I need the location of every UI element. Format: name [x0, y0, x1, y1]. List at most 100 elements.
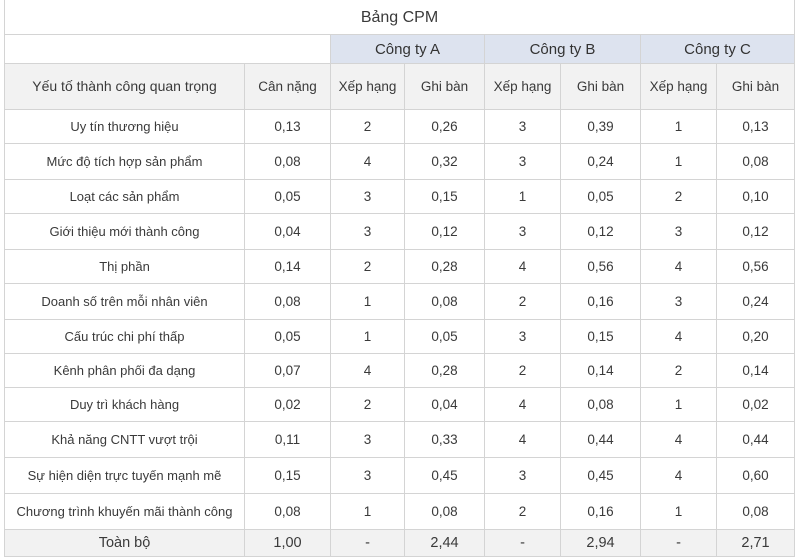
company-c-score-cell: 0,24	[716, 283, 795, 320]
company-b-rank-cell: 1	[484, 179, 561, 214]
factor-cell: Giới thiệu mới thành công	[4, 213, 245, 250]
total-a-score: 2,44	[404, 529, 485, 557]
company-c-rank-cell: 2	[640, 179, 717, 214]
company-b-rank-cell: 4	[484, 421, 561, 458]
weight-cell: 0,11	[244, 421, 331, 458]
factor-cell: Loạt các sản phẩm	[4, 179, 245, 214]
cpm-table: Bảng CPM Công ty A Công ty B Công ty C Y…	[4, 0, 795, 557]
weight-cell: 0,08	[244, 283, 331, 320]
company-a-rank-cell: 4	[330, 353, 405, 388]
weight-cell: 0,08	[244, 143, 331, 180]
company-a-score-cell: 0,15	[404, 179, 485, 214]
company-a-rank-header: Xếp hạng	[330, 63, 405, 110]
company-c-score-cell: 0,02	[716, 387, 795, 422]
company-a-rank-cell: 4	[330, 143, 405, 180]
company-c-rank-cell: 4	[640, 457, 717, 494]
company-b-rank-cell: 3	[484, 143, 561, 180]
factor-cell: Doanh số trên mỗi nhân viên	[4, 283, 245, 320]
factor-cell: Chương trình khuyến mãi thành công	[4, 493, 245, 530]
table-title: Bảng CPM	[4, 0, 795, 35]
company-b-score-cell: 0,24	[560, 143, 641, 180]
company-b-rank-header: Xếp hạng	[484, 63, 561, 110]
table-row: Sự hiện diện trực tuyến mạnh mẽ 0,15 3 0,45…	[4, 457, 795, 494]
company-b-rank-cell: 2	[484, 353, 561, 388]
company-b-score-cell: 0,08	[560, 387, 641, 422]
company-b-score-cell: 0,12	[560, 213, 641, 250]
company-c-rank-cell: 1	[640, 493, 717, 530]
company-a-score-cell: 0,12	[404, 213, 485, 250]
table-row: Thị phần 0,14 2 0,28 4 0,56 4 0,56	[4, 249, 795, 284]
table-row: Giới thiệu mới thành công 0,04 3 0,12 3 0,12 3…	[4, 213, 795, 250]
company-a-score-cell: 0,33	[404, 421, 485, 458]
company-a-rank-cell: 1	[330, 319, 405, 354]
company-a-score-cell: 0,32	[404, 143, 485, 180]
company-c-score-cell: 0,20	[716, 319, 795, 354]
weight-cell: 0,08	[244, 493, 331, 530]
company-b-score-cell: 0,05	[560, 179, 641, 214]
table-row: Duy trì khách hàng 0,02 2 0,04 4 0,08 1 0,02	[4, 387, 795, 422]
company-a-rank-cell: 2	[330, 249, 405, 284]
factor-cell: Mức độ tích hợp sản phẩm	[4, 143, 245, 180]
company-c-header: Công ty C	[640, 34, 795, 64]
company-b-header: Công ty B	[484, 34, 641, 64]
company-b-score-cell: 0,16	[560, 283, 641, 320]
weight-cell: 0,04	[244, 213, 331, 250]
company-b-rank-cell: 3	[484, 457, 561, 494]
weight-cell: 0,14	[244, 249, 331, 284]
company-b-rank-cell: 3	[484, 213, 561, 250]
company-a-score-cell: 0,45	[404, 457, 485, 494]
total-c-score: 2,71	[716, 529, 795, 557]
company-b-rank-cell: 2	[484, 283, 561, 320]
company-b-rank-cell: 3	[484, 319, 561, 354]
company-a-score-cell: 0,05	[404, 319, 485, 354]
company-a-score-cell: 0,28	[404, 249, 485, 284]
company-c-score-cell: 0,12	[716, 213, 795, 250]
company-a-score-cell: 0,08	[404, 493, 485, 530]
company-a-score-cell: 0,26	[404, 109, 485, 144]
factor-cell: Khả năng CNTT vượt trội	[4, 421, 245, 458]
total-c-rank: -	[640, 529, 717, 557]
weight-cell: 0,07	[244, 353, 331, 388]
weight-cell: 0,05	[244, 179, 331, 214]
table-row: Loạt các sản phẩm 0,05 3 0,15 1 0,05 2 0,10	[4, 179, 795, 214]
company-c-rank-cell: 2	[640, 353, 717, 388]
company-c-score-cell: 0,08	[716, 143, 795, 180]
table-row: Kênh phân phối đa dạng 0,07 4 0,28 2 0,14 2 0,1…	[4, 353, 795, 388]
factor-cell: Cấu trúc chi phí thấp	[4, 319, 245, 354]
company-a-rank-cell: 3	[330, 213, 405, 250]
company-b-score-cell: 0,39	[560, 109, 641, 144]
total-b-score: 2,94	[560, 529, 641, 557]
factor-cell: Uy tín thương hiệu	[4, 109, 245, 144]
company-a-rank-cell: 3	[330, 457, 405, 494]
total-row: Toàn bộ 1,00-2,44-2,94-2,71	[4, 529, 795, 557]
weight-cell: 0,02	[244, 387, 331, 422]
company-a-rank-cell: 3	[330, 179, 405, 214]
company-c-rank-cell: 1	[640, 143, 717, 180]
factor-cell: Thị phần	[4, 249, 245, 284]
company-a-rank-cell: 1	[330, 493, 405, 530]
company-a-rank-cell: 2	[330, 109, 405, 144]
weight-column-header: Cân nặng	[244, 63, 331, 110]
company-b-rank-cell: 4	[484, 387, 561, 422]
total-label: Toàn bộ	[4, 529, 245, 557]
company-a-score-cell: 0,28	[404, 353, 485, 388]
table-row: Khả năng CNTT vượt trội 0,11 3 0,33 4 0,44 4 0,…	[4, 421, 795, 458]
company-b-score-cell: 0,16	[560, 493, 641, 530]
cpm-table-container: Bảng CPM Công ty A Công ty B Công ty C Y…	[4, 0, 795, 557]
company-b-score-cell: 0,15	[560, 319, 641, 354]
company-b-score-cell: 0,14	[560, 353, 641, 388]
company-c-rank-header: Xếp hạng	[640, 63, 717, 110]
company-a-score-header: Ghi bàn	[404, 63, 485, 110]
factor-cell: Kênh phân phối đa dạng	[4, 353, 245, 388]
company-c-score-cell: 0,14	[716, 353, 795, 388]
company-c-rank-cell: 1	[640, 387, 717, 422]
company-c-score-cell: 0,56	[716, 249, 795, 284]
factor-cell: Duy trì khách hàng	[4, 387, 245, 422]
company-c-score-cell: 0,10	[716, 179, 795, 214]
company-b-rank-cell: 4	[484, 249, 561, 284]
table-row: Uy tín thương hiệu 0,13 2 0,26 3 0,39 1 0,13	[4, 109, 795, 144]
factor-cell: Sự hiện diện trực tuyến mạnh mẽ	[4, 457, 245, 494]
company-b-score-cell: 0,44	[560, 421, 641, 458]
factor-column-header: Yếu tố thành công quan trọng	[4, 63, 245, 110]
table-row: Doanh số trên mỗi nhân viên 0,08 1 0,08 2 0,1…	[4, 283, 795, 320]
